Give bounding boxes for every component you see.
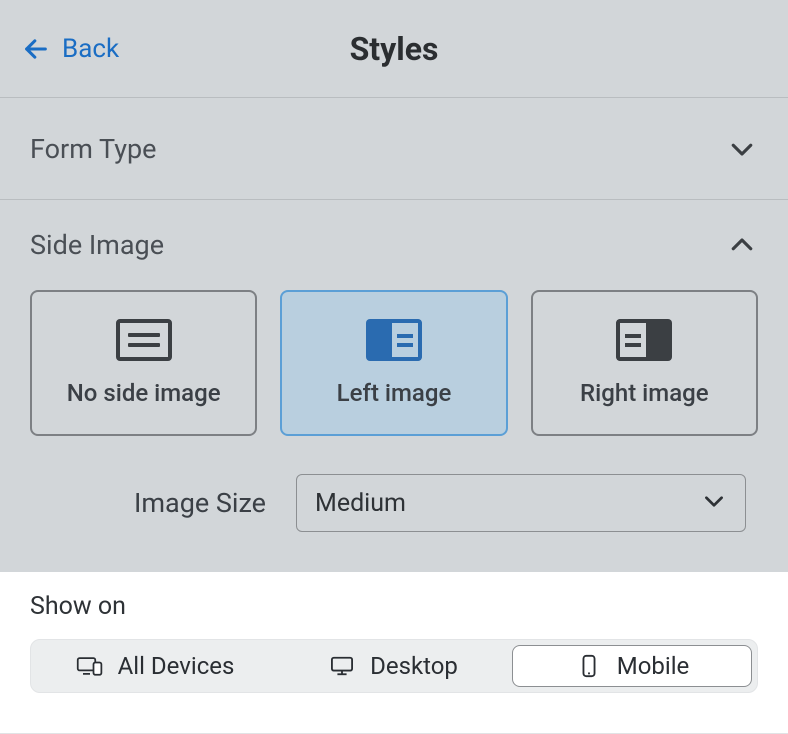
segment-all-devices[interactable]: All Devices	[36, 645, 274, 687]
image-size-value: Medium	[315, 489, 406, 518]
show-on-segmented: All Devices Desktop Mobile	[30, 639, 758, 693]
option-label: No side image	[67, 379, 221, 407]
section-side-image[interactable]: Side Image	[0, 200, 788, 290]
segment-label: Desktop	[370, 652, 458, 680]
side-image-options: No side image Left image Right image	[0, 290, 788, 474]
segment-label: All Devices	[118, 652, 235, 680]
chevron-down-icon	[726, 133, 758, 165]
segment-desktop[interactable]: Desktop	[274, 645, 512, 687]
devices-icon	[76, 655, 104, 677]
option-right-image[interactable]: Right image	[531, 290, 758, 436]
header: Back Styles	[0, 0, 788, 98]
back-label: Back	[62, 34, 119, 64]
image-size-row: Image Size Medium	[0, 474, 788, 572]
mobile-icon	[575, 655, 603, 677]
desktop-icon	[328, 655, 356, 677]
no-side-image-icon	[116, 319, 172, 361]
image-size-label: Image Size	[134, 487, 266, 519]
chevron-up-icon	[726, 229, 758, 261]
image-size-select[interactable]: Medium	[296, 474, 746, 532]
segment-label: Mobile	[617, 652, 690, 680]
back-button[interactable]: Back	[0, 34, 119, 64]
section-label-form-type: Form Type	[30, 133, 156, 165]
left-image-icon	[366, 319, 422, 361]
segment-mobile[interactable]: Mobile	[512, 645, 752, 687]
right-image-icon	[616, 319, 672, 361]
chevron-down-icon	[701, 488, 727, 518]
arrow-left-icon	[22, 35, 50, 63]
show-on-label: Show on	[30, 592, 758, 621]
section-form-type[interactable]: Form Type	[0, 98, 788, 200]
section-label-side-image: Side Image	[30, 229, 164, 261]
option-left-image[interactable]: Left image	[280, 290, 507, 436]
option-no-side-image[interactable]: No side image	[30, 290, 257, 436]
show-on-panel: Show on All Devices Desktop Mobile	[0, 572, 788, 734]
option-label: Left image	[337, 379, 452, 407]
option-label: Right image	[580, 379, 709, 407]
